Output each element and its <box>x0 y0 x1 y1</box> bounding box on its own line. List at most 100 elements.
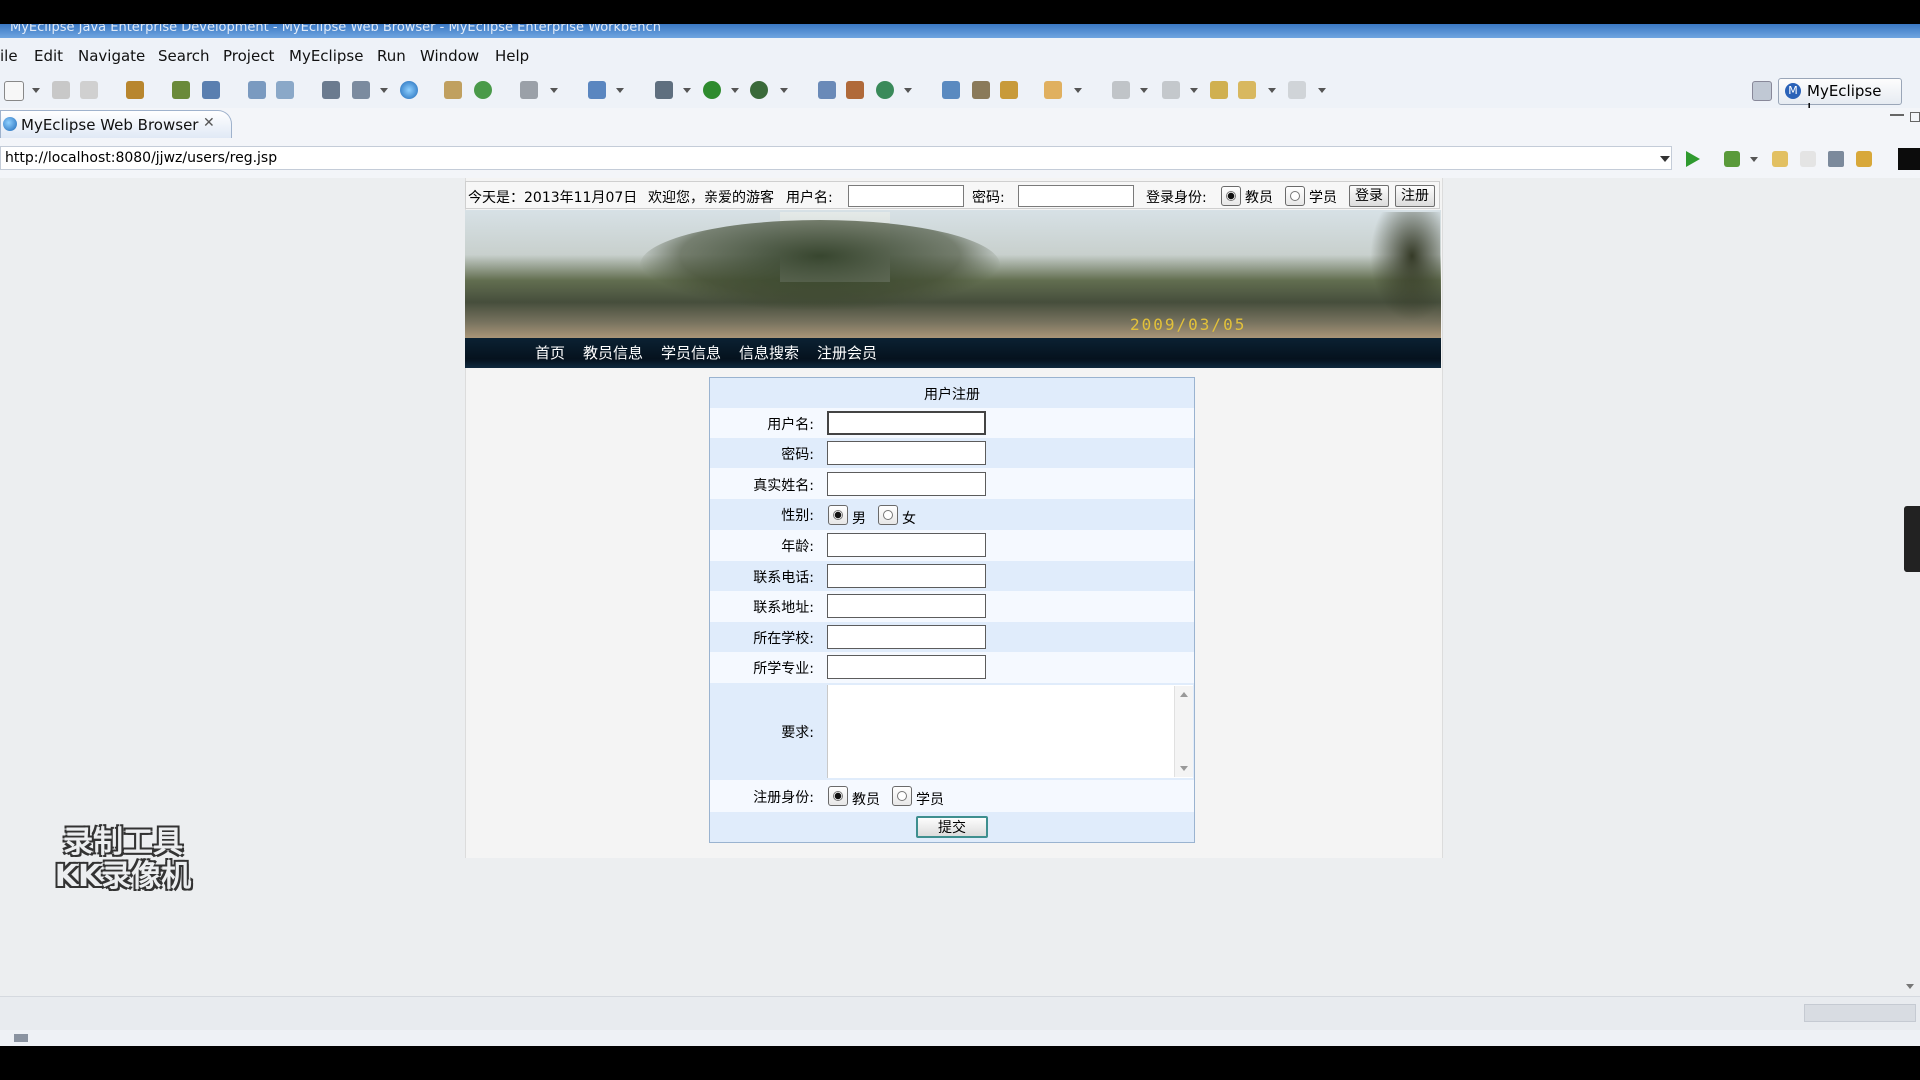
stop-icon[interactable] <box>1828 151 1844 167</box>
register-role-teacher-radio[interactable] <box>828 786 848 806</box>
login-role-student-radio[interactable] <box>1285 186 1305 206</box>
new-class-icon[interactable] <box>588 81 606 99</box>
scroll-down-arrow-icon[interactable] <box>1906 984 1914 989</box>
database-icon[interactable] <box>1000 81 1018 99</box>
major-input[interactable] <box>827 655 986 679</box>
maximize-icon[interactable] <box>1910 112 1920 122</box>
register-button[interactable]: 注册 <box>1395 185 1435 207</box>
real-name-input[interactable] <box>827 472 986 496</box>
scroll-down-icon[interactable] <box>1180 766 1188 771</box>
menu-search[interactable]: Search <box>158 47 210 65</box>
run-external-icon[interactable] <box>750 81 768 99</box>
refresh-dropdown-icon[interactable] <box>904 88 912 93</box>
menu-help[interactable]: Help <box>495 47 529 65</box>
school-input[interactable] <box>827 625 986 649</box>
forward-icon[interactable] <box>1288 81 1306 99</box>
minimize-icon[interactable] <box>1890 114 1904 116</box>
wizard-icon[interactable] <box>322 81 340 99</box>
menu-edit[interactable]: Edit <box>34 47 63 65</box>
submit-button[interactable]: 提交 <box>916 816 988 838</box>
nav-home[interactable]: 首页 <box>535 342 565 363</box>
server-icon[interactable] <box>202 81 220 99</box>
run-dropdown-icon[interactable] <box>731 88 739 93</box>
camera-dropdown-icon[interactable] <box>550 88 558 93</box>
textarea-scrollbar[interactable] <box>1174 686 1193 777</box>
camera-icon[interactable] <box>520 81 538 99</box>
login-username-input[interactable] <box>848 185 964 207</box>
debug-dropdown-icon[interactable] <box>683 88 691 93</box>
globe-icon[interactable] <box>400 81 418 99</box>
redeploy-icon[interactable] <box>276 81 294 99</box>
refresh-icon[interactable] <box>1856 151 1872 167</box>
menu-myeclipse[interactable]: MyEclipse <box>289 47 363 65</box>
print-icon[interactable] <box>80 81 98 99</box>
tab-myeclipse-web-browser[interactable]: MyEclipse Web Browser ✕ <box>0 110 232 139</box>
folder-dropdown-icon[interactable] <box>1074 88 1082 93</box>
side-panel-grip[interactable] <box>1904 506 1920 572</box>
address-input[interactable] <box>827 594 986 618</box>
open-type-icon[interactable] <box>818 81 836 99</box>
horizontal-scrollbar[interactable] <box>0 996 1920 1031</box>
prev-annotation-icon[interactable] <box>1162 81 1180 99</box>
vertical-scrollbar[interactable] <box>1900 178 1920 996</box>
horizontal-scroll-thumb[interactable] <box>1804 1004 1916 1022</box>
bug-debug-icon[interactable] <box>655 81 673 99</box>
gender-male-radio[interactable] <box>828 505 848 525</box>
run-external-dropdown-icon[interactable] <box>780 88 788 93</box>
password-input[interactable] <box>827 441 986 465</box>
favorites-dropdown-icon[interactable] <box>1750 157 1758 162</box>
favorites-icon[interactable] <box>1724 151 1740 167</box>
folder-icon[interactable] <box>1044 81 1062 99</box>
register-role-student-radio[interactable] <box>892 786 912 806</box>
nav-search[interactable]: 信息搜索 <box>739 342 799 363</box>
forward-dropdown-icon[interactable] <box>1318 88 1326 93</box>
gender-female-radio[interactable] <box>878 505 898 525</box>
login-button[interactable]: 登录 <box>1349 185 1389 207</box>
next-annotation-dropdown-icon[interactable] <box>1140 88 1148 93</box>
requirements-textarea[interactable] <box>827 685 1193 778</box>
menu-file[interactable]: ile <box>0 47 18 65</box>
jar-icon[interactable] <box>352 81 370 99</box>
refresh-green-icon[interactable] <box>876 81 894 99</box>
jar-dropdown-icon[interactable] <box>380 88 388 93</box>
deploy-icon[interactable] <box>248 81 266 99</box>
close-icon[interactable]: ✕ <box>203 115 215 131</box>
browser-back-icon[interactable] <box>1772 151 1788 167</box>
nav-student-info[interactable]: 学员信息 <box>661 342 721 363</box>
nav-teacher-info[interactable]: 教员信息 <box>583 342 643 363</box>
prev-annotation-dropdown-icon[interactable] <box>1190 88 1198 93</box>
go-icon[interactable] <box>1686 151 1700 167</box>
nav-register[interactable]: 注册会员 <box>817 342 877 363</box>
scroll-up-icon[interactable] <box>1180 692 1188 697</box>
login-role-teacher-radio[interactable] <box>1221 186 1241 206</box>
perspective-button[interactable]: M MyEclipse J... <box>1778 78 1902 118</box>
menu-project[interactable]: Project <box>223 47 274 65</box>
new-class-dropdown-icon[interactable] <box>616 88 624 93</box>
username-input[interactable] <box>827 411 986 435</box>
open-project-icon[interactable] <box>942 81 960 99</box>
last-edit-icon[interactable] <box>1210 81 1228 99</box>
save-icon[interactable] <box>52 81 70 99</box>
menu-run[interactable]: Run <box>377 47 406 65</box>
open-resource-icon[interactable] <box>846 81 864 99</box>
next-annotation-icon[interactable] <box>1112 81 1130 99</box>
browser-forward-icon[interactable] <box>1800 151 1816 167</box>
edit-pencil-icon[interactable] <box>972 81 990 99</box>
open-perspective-icon[interactable] <box>1752 81 1772 101</box>
menu-window[interactable]: Window <box>420 47 479 65</box>
debug-icon[interactable] <box>172 81 190 99</box>
package-icon[interactable] <box>126 81 144 99</box>
run-icon[interactable] <box>703 81 721 99</box>
new-file-icon[interactable] <box>4 81 24 101</box>
menu-navigate[interactable]: Navigate <box>78 47 145 65</box>
url-input[interactable] <box>0 146 1672 170</box>
back-icon[interactable] <box>1238 81 1256 99</box>
login-password-input[interactable] <box>1018 185 1134 207</box>
back-dropdown-icon[interactable] <box>1268 88 1276 93</box>
external-browser-icon[interactable] <box>1898 148 1920 170</box>
phone-input[interactable] <box>827 564 986 588</box>
add-green-icon[interactable] <box>474 81 492 99</box>
open-folder-icon[interactable] <box>444 81 462 99</box>
url-history-dropdown-icon[interactable] <box>1660 156 1670 162</box>
new-dropdown-icon[interactable] <box>32 88 40 93</box>
